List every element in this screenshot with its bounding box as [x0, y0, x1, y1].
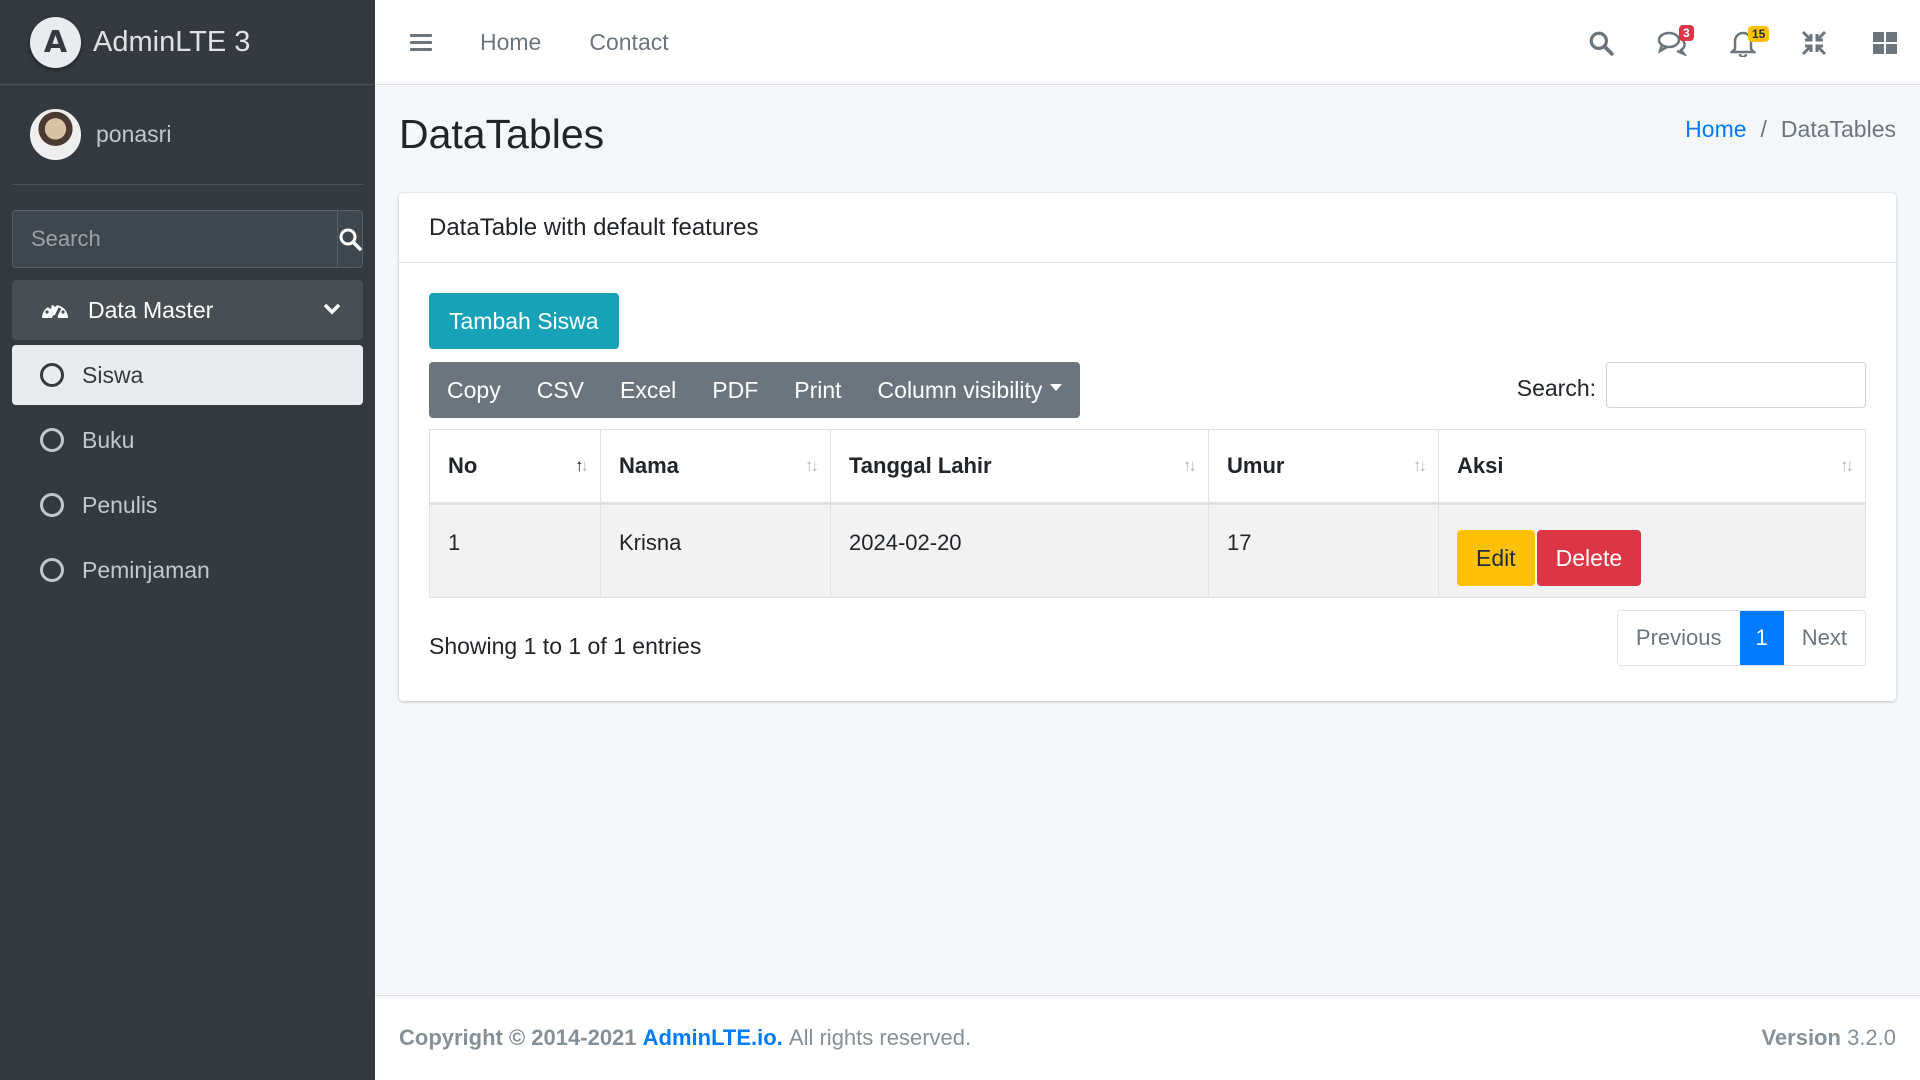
sidebar-item-label: Data Master — [88, 296, 214, 323]
sidebar-item-data-master[interactable]: Data Master — [12, 280, 363, 340]
circle-icon — [40, 363, 64, 387]
sidebar-item-label: Peminjaman — [82, 556, 210, 583]
menu-toggle-icon[interactable] — [410, 30, 432, 55]
edit-button[interactable]: Edit — [1457, 530, 1535, 586]
cell-no: 1 — [429, 503, 601, 598]
sidebar-item-siswa[interactable]: Siswa — [12, 345, 363, 405]
sidebar-search-button[interactable] — [337, 211, 362, 267]
user-panel: ponasri — [12, 85, 363, 185]
notifications-dropdown[interactable]: 15 — [1707, 0, 1778, 85]
th-large-icon — [1872, 31, 1897, 54]
print-button[interactable]: Print — [776, 362, 859, 418]
cell-aksi: Edit Delete — [1438, 503, 1866, 598]
sidebar-search-input[interactable] — [13, 211, 337, 267]
sort-icon: ↑↓ — [1183, 456, 1197, 475]
footer-rights: All rights reserved. — [788, 1025, 972, 1050]
sidebar-search — [12, 210, 363, 268]
add-student-button[interactable]: Tambah Siswa — [429, 293, 619, 349]
breadcrumb-home-link[interactable]: Home — [1685, 116, 1746, 143]
footer-version: Version 3.2.0 — [1761, 1025, 1896, 1050]
breadcrumb: Home / DataTables — [1685, 116, 1896, 143]
column-header-no[interactable]: No ↑↓ — [429, 429, 601, 505]
messages-dropdown[interactable]: 3 — [1636, 0, 1707, 85]
footer-copyright: Copyright © 2014-2021 — [399, 1025, 637, 1050]
search-icon — [339, 228, 362, 251]
pagination-previous[interactable]: Previous — [1617, 611, 1740, 665]
brand-link[interactable]: A AdminLTE 3 — [0, 0, 375, 85]
cell-tanggal-lahir: 2024-02-20 — [830, 503, 1209, 598]
breadcrumb-separator: / — [1760, 116, 1767, 142]
navbar-right: 3 15 — [1565, 0, 1920, 85]
avatar — [30, 109, 81, 160]
circle-icon — [40, 558, 64, 582]
sidebar-item-penulis[interactable]: Penulis — [12, 475, 363, 535]
pagination-next[interactable]: Next — [1783, 611, 1865, 665]
card-title: DataTable with default features — [399, 193, 1896, 263]
nav-link-contact[interactable]: Contact — [589, 29, 668, 56]
datatable-card: DataTable with default features Tambah S… — [399, 193, 1896, 701]
main-footer: Copyright © 2014-2021 AdminLTE.io. All r… — [375, 995, 1920, 1080]
chevron-down-icon — [323, 303, 341, 315]
control-sidebar-button[interactable] — [1849, 0, 1920, 85]
delete-button[interactable]: Delete — [1536, 530, 1642, 586]
column-header-aksi[interactable]: Aksi ↑↓ — [1438, 429, 1866, 505]
students-table: No ↑↓ Nama ↑↓ Tanggal Lahir ↑↓ Umur ↑↓ Aksi ↑… — [429, 429, 1866, 598]
column-header-nama[interactable]: Nama ↑↓ — [600, 429, 831, 505]
brand-text: AdminLTE 3 — [93, 25, 251, 58]
column-visibility-label: Column visibility — [877, 376, 1043, 403]
search-icon — [1589, 31, 1614, 56]
notifications-badge: 15 — [1748, 26, 1770, 42]
column-header-umur[interactable]: Umur ↑↓ — [1208, 429, 1439, 505]
compress-arrows-icon — [1801, 30, 1826, 55]
table-info: Showing 1 to 1 of 1 entries — [429, 633, 702, 659]
sidebar-nav: Data Master Siswa Buku Penulis Peminjama… — [12, 280, 363, 600]
table-row: 1 Krisna 2024-02-20 17 Edit Delete — [429, 503, 1866, 598]
table-search-input[interactable] — [1606, 362, 1866, 408]
sidebar-item-buku[interactable]: Buku — [12, 410, 363, 470]
main-sidebar: A AdminLTE 3 ponasri Data Master Siswa B… — [0, 0, 375, 1080]
sort-icon: ↑↓ — [805, 456, 819, 475]
sidebar-item-label: Siswa — [82, 361, 144, 388]
pagination-page-1[interactable]: 1 — [1739, 611, 1784, 665]
tachometer-icon — [42, 303, 68, 321]
pagination: Previous 1 Next — [1616, 610, 1866, 666]
sidebar-item-peminjaman[interactable]: Peminjaman — [12, 540, 363, 600]
messages-badge: 3 — [1679, 25, 1694, 41]
sort-asc-icon: ↑↓ — [575, 456, 589, 475]
cell-nama: Krisna — [600, 503, 831, 598]
footer-brand-link[interactable]: AdminLTE.io. — [643, 1025, 783, 1051]
export-button-group: Copy CSV Excel PDF Print Column visibili… — [429, 362, 1081, 418]
navbar-search-button[interactable] — [1565, 0, 1636, 85]
content-wrapper: DataTables Home / DataTables DataTable w… — [375, 85, 1920, 995]
breadcrumb-current: DataTables — [1780, 116, 1896, 142]
caret-down-icon — [1050, 383, 1063, 391]
excel-button[interactable]: Excel — [602, 362, 694, 418]
column-visibility-button[interactable]: Column visibility — [860, 362, 1081, 418]
sort-icon: ↑↓ — [1840, 456, 1854, 475]
copy-button[interactable]: Copy — [429, 362, 519, 418]
brand-logo: A — [30, 16, 81, 68]
page-title: DataTables — [399, 111, 605, 157]
column-header-tanggal-lahir[interactable]: Tanggal Lahir ↑↓ — [830, 429, 1209, 505]
circle-icon — [40, 428, 64, 452]
user-name-link[interactable]: ponasri — [96, 121, 171, 148]
cell-umur: 17 — [1208, 503, 1439, 598]
sort-icon: ↑↓ — [1413, 456, 1427, 475]
sidebar-item-label: Penulis — [82, 491, 158, 518]
nav-link-home[interactable]: Home — [480, 29, 541, 56]
circle-icon — [40, 493, 64, 517]
top-navbar: Home Contact 3 15 — [375, 0, 1920, 85]
table-search-label: Search: — [1516, 375, 1596, 401]
pdf-button[interactable]: PDF — [694, 362, 776, 418]
csv-button[interactable]: CSV — [519, 362, 602, 418]
sidebar-item-label: Buku — [82, 426, 135, 453]
fullscreen-button[interactable] — [1778, 0, 1849, 85]
